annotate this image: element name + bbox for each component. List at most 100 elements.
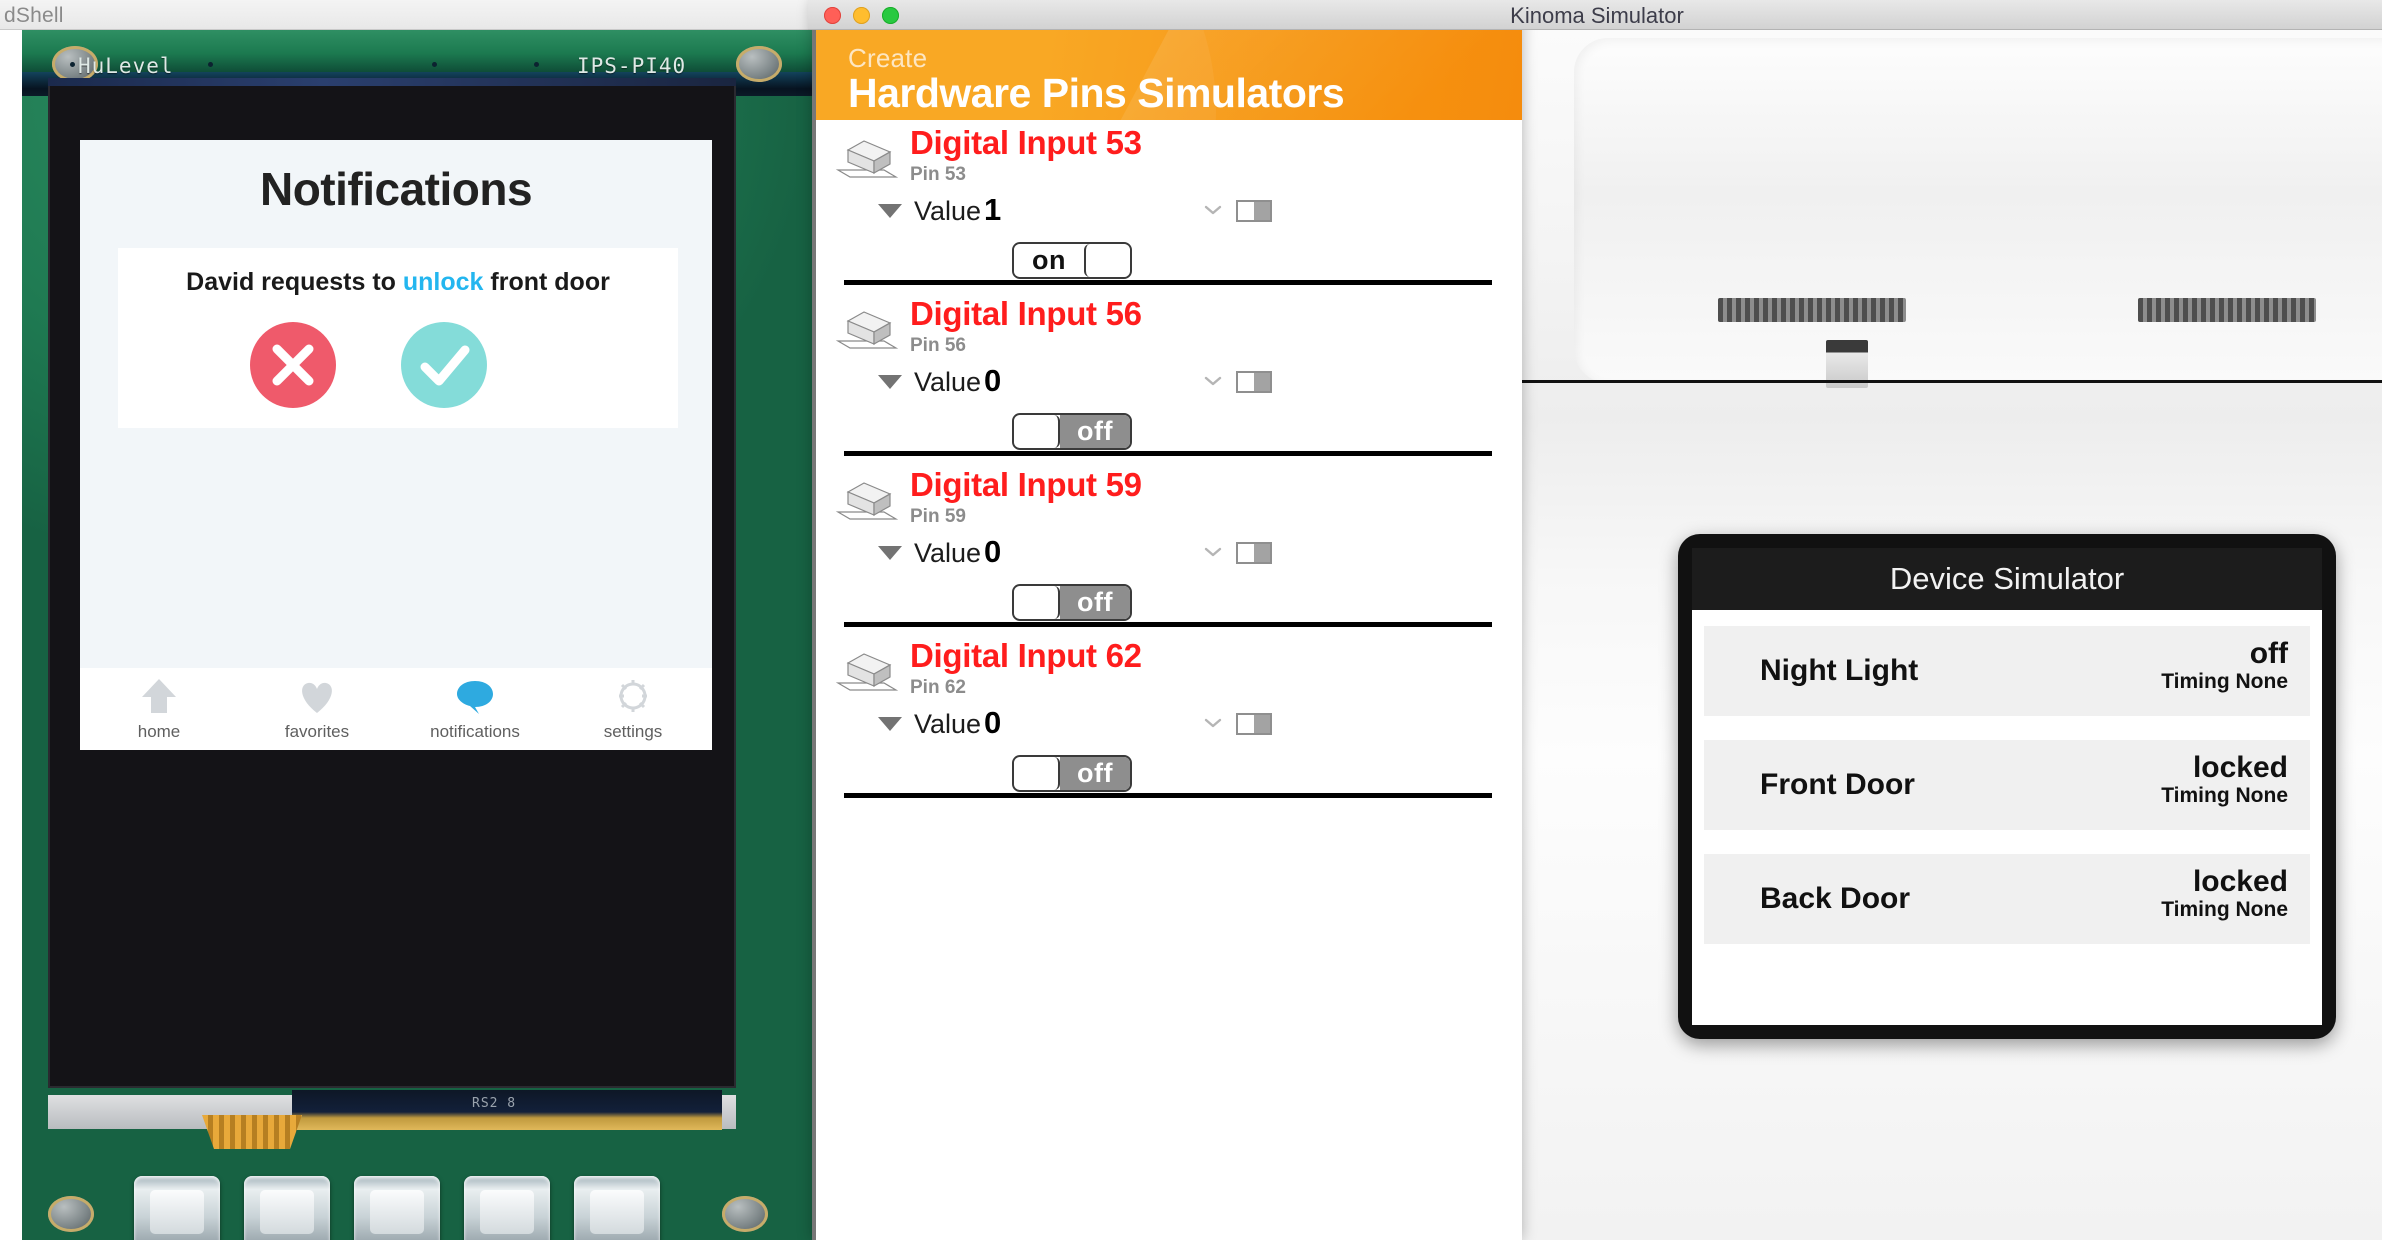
device-status: locked Timing None bbox=[2161, 866, 2288, 922]
row-separator bbox=[844, 622, 1492, 627]
tactile-button[interactable] bbox=[464, 1176, 550, 1240]
pin-row: Digital Input 56 Pin 56 Value 0 off bbox=[816, 291, 1522, 462]
pin-value-row[interactable]: Value 0 bbox=[816, 534, 1522, 576]
pin-row: Digital Input 53 Pin 53 Value 1 on bbox=[816, 120, 1522, 291]
pin-row: Digital Input 62 Pin 62 Value 0 off bbox=[816, 633, 1522, 804]
pin-title: Digital Input 53 bbox=[910, 124, 1142, 161]
value-number: 0 bbox=[984, 534, 1002, 569]
device-state-value: locked bbox=[2192, 865, 2288, 898]
value-number: 0 bbox=[984, 705, 1002, 740]
disclosure-triangle-icon[interactable] bbox=[878, 717, 902, 731]
device-name: Night Light bbox=[1760, 654, 1919, 687]
notification-highlight: unlock bbox=[402, 268, 484, 296]
chip-cube-icon bbox=[835, 140, 899, 178]
device-simulator-inner: Device Simulator Night Light off Timing … bbox=[1692, 548, 2322, 1025]
chip-cube-icon bbox=[835, 482, 899, 520]
tactile-button[interactable] bbox=[244, 1176, 330, 1240]
switch-knob bbox=[1014, 757, 1060, 790]
device-simulator-title: Device Simulator bbox=[1692, 548, 2322, 610]
photo-enclosure-recess bbox=[1574, 38, 2382, 383]
close-x-icon bbox=[272, 344, 314, 386]
tab-home[interactable]: home bbox=[80, 668, 238, 750]
switch-label: off bbox=[1060, 415, 1130, 448]
pin-subtitle: Pin 59 bbox=[910, 506, 966, 527]
row-separator bbox=[844, 280, 1492, 285]
pin-title: Digital Input 59 bbox=[910, 466, 1142, 503]
photo-seam-line bbox=[1520, 380, 2382, 383]
pin-value-switch[interactable]: off bbox=[1012, 755, 1132, 792]
switch-knob bbox=[1014, 586, 1060, 619]
tab-favorites[interactable]: favorites bbox=[238, 668, 396, 750]
chevron-down-icon[interactable] bbox=[1204, 717, 1222, 729]
device-simulator-panel: Device Simulator Night Light off Timing … bbox=[1678, 534, 2336, 1039]
value-label: Value bbox=[914, 367, 982, 397]
pin-value-row[interactable]: Value 0 bbox=[816, 705, 1522, 747]
row-separator bbox=[844, 451, 1492, 456]
device-row-night-light[interactable]: Night Light off Timing None bbox=[1704, 626, 2310, 716]
pin-subtitle: Pin 53 bbox=[910, 164, 966, 185]
value-label: Value bbox=[914, 709, 982, 739]
pin-mode-toggle-icon[interactable] bbox=[1236, 200, 1272, 222]
pin-mode-toggle-icon[interactable] bbox=[1236, 713, 1272, 735]
tactile-button-row bbox=[22, 1160, 812, 1240]
pin-value-row[interactable]: Value 0 bbox=[816, 363, 1522, 405]
chip-cube-icon bbox=[835, 311, 899, 349]
tactile-button[interactable] bbox=[134, 1176, 220, 1240]
notification-text-after: front door bbox=[483, 268, 610, 296]
dev-board-photo: HuLevel IPS-PI40 Notifications David req… bbox=[22, 30, 812, 1240]
switch-knob bbox=[1084, 244, 1130, 277]
speech-bubble-icon bbox=[457, 681, 493, 714]
value-label: Value bbox=[914, 538, 982, 568]
ribbon-gold-fingers bbox=[202, 1115, 302, 1149]
gear-icon bbox=[619, 680, 647, 712]
chevron-down-icon[interactable] bbox=[1204, 546, 1222, 558]
kinoma-simulator-window: Kinoma Simulator Create Hardware Pins Si… bbox=[808, 0, 2382, 1240]
window-title: Kinoma Simulator bbox=[1510, 3, 1684, 28]
window-titlebar: Kinoma Simulator bbox=[808, 0, 2382, 30]
pin-title: Digital Input 62 bbox=[910, 637, 1142, 674]
heart-icon bbox=[302, 682, 332, 713]
switch-label: off bbox=[1060, 757, 1130, 790]
tab-label-favorites: favorites bbox=[284, 722, 350, 741]
silkscreen-label-left: HuLevel bbox=[78, 54, 174, 78]
device-timing-value: Timing None bbox=[2161, 897, 2288, 921]
pin-mode-toggle-icon[interactable] bbox=[1236, 542, 1272, 564]
pin-row: Digital Input 59 Pin 59 Value 0 off bbox=[816, 462, 1522, 633]
checkmark-icon bbox=[420, 345, 470, 386]
value-label: Value bbox=[914, 196, 982, 226]
pin-value-row[interactable]: Value 1 bbox=[816, 192, 1522, 234]
pin-mode-toggle-icon[interactable] bbox=[1236, 371, 1272, 393]
bottom-tab-bar: home favorites notifications settings bbox=[80, 668, 712, 750]
notification-message: David requests to unlock front door bbox=[118, 268, 678, 297]
tab-label-settings: settings bbox=[603, 722, 663, 741]
value-number: 0 bbox=[984, 363, 1002, 398]
pin-subtitle: Pin 56 bbox=[910, 335, 966, 356]
tactile-button[interactable] bbox=[574, 1176, 660, 1240]
chevron-down-icon[interactable] bbox=[1204, 375, 1222, 387]
tab-settings[interactable]: settings bbox=[554, 668, 712, 750]
background-window-title: dShell bbox=[4, 4, 64, 27]
pin-value-switch[interactable]: on bbox=[1012, 242, 1132, 279]
device-timing-value: Timing None bbox=[2161, 669, 2288, 693]
switch-label: off bbox=[1060, 586, 1130, 619]
pin-value-switch[interactable]: off bbox=[1012, 584, 1132, 621]
disclosure-triangle-icon[interactable] bbox=[878, 546, 902, 560]
screen: dShell HuLevel IPS-PI40 Notifications Da… bbox=[0, 0, 2382, 1240]
vent-grille bbox=[2138, 298, 2316, 322]
device-name: Back Door bbox=[1760, 882, 1911, 915]
pin-title: Digital Input 56 bbox=[910, 295, 1142, 332]
chevron-down-icon[interactable] bbox=[1204, 204, 1222, 216]
switch-knob bbox=[1014, 415, 1060, 448]
disclosure-triangle-icon[interactable] bbox=[878, 204, 902, 218]
deny-button[interactable] bbox=[250, 322, 336, 408]
device-status: off Timing None bbox=[2161, 638, 2288, 694]
disclosure-triangle-icon[interactable] bbox=[878, 375, 902, 389]
pin-simulator-list[interactable]: Digital Input 53 Pin 53 Value 1 on Digit… bbox=[816, 120, 1522, 1240]
tab-notifications[interactable]: notifications bbox=[396, 668, 554, 750]
accept-button[interactable] bbox=[401, 322, 487, 408]
device-row-back-door[interactable]: Back Door locked Timing None bbox=[1704, 854, 2310, 944]
pin-value-switch[interactable]: off bbox=[1012, 413, 1132, 450]
notification-text-before: David requests to bbox=[186, 268, 403, 296]
tactile-button[interactable] bbox=[354, 1176, 440, 1240]
device-row-front-door[interactable]: Front Door locked Timing None bbox=[1704, 740, 2310, 830]
